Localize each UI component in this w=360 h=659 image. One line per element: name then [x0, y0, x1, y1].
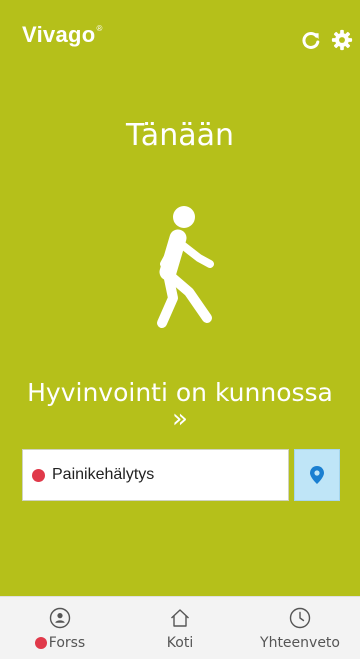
vivago-logo: Vivago®	[22, 22, 103, 48]
settings-button[interactable]	[330, 28, 354, 52]
tab-person-text: Forss	[48, 635, 86, 651]
refresh-icon	[302, 32, 320, 49]
bottom-navigation: Forss Koti Yhteenveto	[0, 596, 360, 659]
gear-icon	[331, 29, 353, 51]
app-screen: Vivago® Tänään Hyvinvointi on kunnossa »…	[0, 0, 360, 659]
main-panel: Vivago® Tänään Hyvinvointi on kunnossa »…	[0, 0, 360, 596]
refresh-button[interactable]	[299, 28, 323, 52]
logo-registered-mark: ®	[96, 24, 103, 33]
tab-home-label: Koti	[166, 635, 194, 651]
button-alarm-label: Painikehälytys	[52, 466, 155, 483]
wellbeing-status[interactable]: Hyvinvointi on kunnossa	[0, 378, 360, 407]
home-icon	[169, 607, 191, 629]
map-pin-icon	[310, 466, 324, 484]
tab-alert-dot	[34, 637, 47, 649]
tab-person-label: Forss	[34, 635, 86, 651]
clock-icon	[289, 607, 311, 629]
tab-person[interactable]: Forss	[0, 597, 120, 659]
walking-person-icon	[157, 206, 214, 328]
button-alarm-field[interactable]: Painikehälytys	[22, 449, 289, 501]
tab-home[interactable]: Koti	[120, 597, 240, 659]
more-chevron-icon[interactable]: »	[0, 404, 360, 434]
alarm-status-dot	[32, 468, 45, 482]
page-title: Tänään	[125, 118, 234, 153]
tab-summary-label: Yhteenveto	[260, 635, 340, 651]
logo-text: Vivago	[22, 22, 96, 47]
locate-button[interactable]	[294, 449, 340, 501]
tab-summary[interactable]: Yhteenveto	[240, 597, 360, 659]
top-bar: Vivago®	[0, 0, 360, 80]
person-circle-icon	[49, 607, 71, 629]
